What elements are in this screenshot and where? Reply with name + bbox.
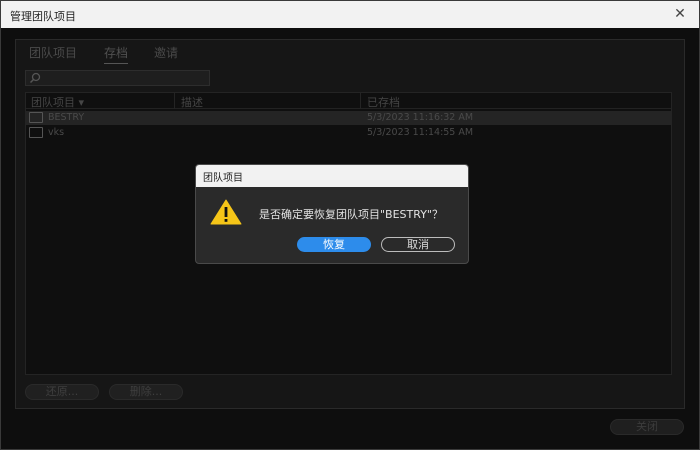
tab-archive[interactable]: 存档	[104, 44, 129, 64]
search-input[interactable]	[25, 70, 210, 86]
close-icon[interactable]: ✕	[673, 7, 687, 21]
table-row[interactable]: BESTRY 5/3/2023 11:16:32 AM	[26, 111, 671, 125]
project-archived-date: 5/3/2023 11:16:32 AM	[367, 112, 474, 123]
project-name: BESTRY	[48, 112, 85, 123]
window-titlebar: 管理团队项目 ✕	[1, 1, 699, 28]
tab-invites[interactable]: 邀请	[154, 44, 178, 63]
table-row[interactable]: vks 5/3/2023 11:14:55 AM	[26, 126, 671, 140]
column-header-archived[interactable]: 已存档	[367, 94, 400, 110]
window-title: 管理团队项目	[10, 10, 76, 23]
dialog-titlebar: 团队项目	[196, 165, 468, 187]
warning-icon	[210, 199, 242, 225]
column-header-description[interactable]: 描述	[181, 94, 203, 110]
column-divider	[174, 93, 175, 109]
restore-confirm-button[interactable]: 恢复	[297, 237, 371, 252]
cancel-button[interactable]: 取消	[381, 237, 455, 252]
column-header-team-project[interactable]: 团队项目 ▾	[31, 94, 84, 110]
dialog-title: 团队项目	[203, 173, 243, 184]
close-button[interactable]: 关闭	[610, 419, 684, 435]
project-icon	[29, 127, 43, 138]
column-divider	[360, 93, 361, 109]
tab-team-projects[interactable]: 团队项目	[29, 44, 77, 63]
project-icon	[29, 112, 43, 123]
restore-button[interactable]: 还原...	[25, 384, 99, 400]
project-name: vks	[48, 127, 65, 138]
table-header: 团队项目 ▾ 描述 已存档	[26, 93, 671, 109]
restore-confirm-dialog: 团队项目 是否确定要恢复团队项目"BESTRY"？ 恢复 取消	[195, 164, 469, 264]
search-icon	[29, 72, 41, 84]
delete-button[interactable]: 删除...	[109, 384, 183, 400]
dialog-message: 是否确定要恢复团队项目"BESTRY"？	[259, 208, 443, 221]
project-archived-date: 5/3/2023 11:14:55 AM	[367, 127, 474, 138]
